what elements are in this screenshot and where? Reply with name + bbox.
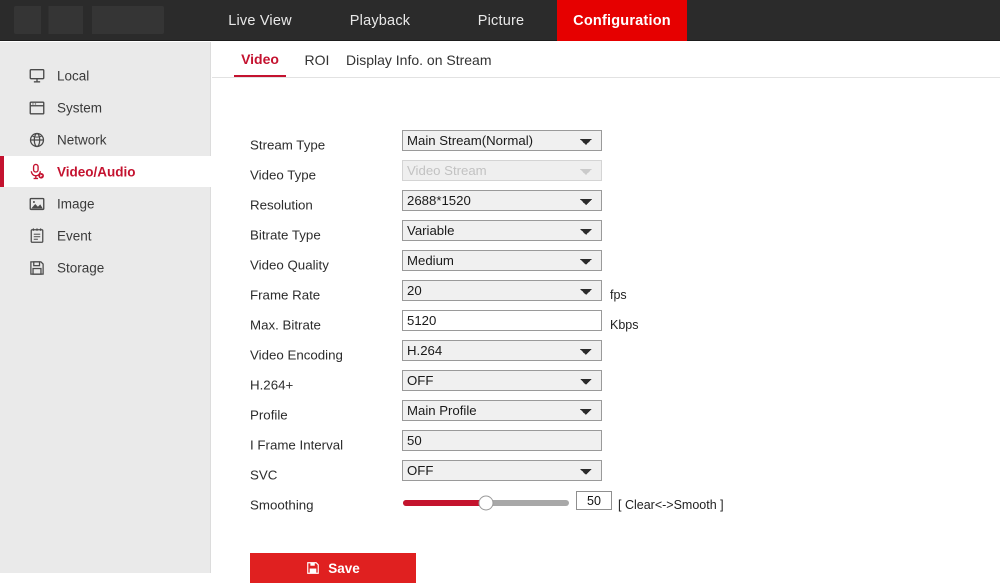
nav-tab-playback[interactable]: Playback (332, 0, 428, 41)
sidebar-item-network[interactable]: Network (0, 124, 211, 155)
sidebar-item-storage[interactable]: Storage (0, 252, 211, 283)
resolution-label: Resolution (250, 197, 313, 213)
row-resolution: Resolution 2688*1520 (212, 190, 1000, 220)
nav-tab-configuration[interactable]: Configuration (557, 0, 687, 41)
monitor-icon (28, 67, 46, 85)
video-encoding-select[interactable]: H.264 (402, 340, 602, 361)
sidebar-item-image-label: Image (57, 196, 95, 211)
profile-select[interactable]: Main Profile (402, 400, 602, 421)
picture-icon (28, 195, 46, 213)
video-encoding-label: Video Encoding (250, 347, 343, 363)
svc-select[interactable]: OFF (402, 460, 602, 481)
nav-tab-picture-label: Picture (477, 12, 525, 29)
video-quality-select[interactable]: Medium (402, 250, 602, 271)
row-profile: Profile Main Profile (212, 400, 1000, 430)
stream-type-label: Stream Type (250, 137, 326, 153)
sidebar-item-image[interactable]: Image (0, 188, 211, 219)
sidebar-item-system-label: System (57, 100, 103, 115)
sidebar-item-event[interactable]: Event (0, 220, 211, 251)
smoothing-slider-thumb[interactable] (478, 495, 494, 511)
row-video-type: Video Type Video Stream (212, 160, 1000, 190)
max-bitrate-input[interactable] (402, 310, 602, 331)
sidebar-item-video-audio[interactable]: Video/Audio (0, 156, 211, 187)
bitrate-type-label: Bitrate Type (250, 227, 321, 243)
row-h264-plus: H.264+ OFF (212, 370, 1000, 400)
row-smoothing: Smoothing [ Clear<->Smooth ] (212, 490, 1000, 520)
smoothing-hint: [ Clear<->Smooth ] (618, 498, 724, 512)
tab-video[interactable]: Video (234, 42, 286, 77)
floppy-icon (28, 259, 46, 277)
resolution-select[interactable]: 2688*1520 (402, 190, 602, 211)
svc-label: SVC (250, 467, 278, 483)
sidebar-item-storage-label: Storage (57, 260, 105, 275)
i-frame-interval-input[interactable] (402, 430, 602, 451)
sidebar-item-system[interactable]: System (0, 92, 211, 123)
globe-icon (28, 131, 46, 149)
frame-rate-unit: fps (610, 288, 627, 302)
sidebar-item-video-audio-label: Video/Audio (57, 164, 136, 179)
video-quality-label: Video Quality (250, 257, 329, 273)
video-type-label: Video Type (250, 167, 317, 183)
save-button-label: Save (328, 560, 360, 576)
sub-tab-strip: Video ROI Display Info. on Stream (212, 42, 1000, 78)
row-stream-type: Stream Type Main Stream(Normal) (212, 130, 1000, 160)
row-video-quality: Video Quality Medium (212, 250, 1000, 280)
save-button[interactable]: Save (250, 553, 416, 583)
app-header: Live View Playback Picture Configuration (0, 0, 1000, 41)
profile-label: Profile (250, 407, 288, 423)
tab-display-info-label: Display Info. on Stream (346, 51, 492, 68)
stream-type-select[interactable]: Main Stream(Normal) (402, 130, 602, 151)
sidebar-item-local[interactable]: Local (0, 60, 211, 91)
nav-tab-playback-label: Playback (349, 12, 411, 29)
max-bitrate-unit: Kbps (610, 318, 639, 332)
nav-tab-live-view[interactable]: Live View (212, 0, 308, 41)
row-video-encoding: Video Encoding H.264 (212, 340, 1000, 370)
row-frame-rate: Frame Rate 20 fps (212, 280, 1000, 310)
h264-plus-select[interactable]: OFF (402, 370, 602, 391)
main-content: Video ROI Display Info. on Stream Stream… (212, 42, 1000, 583)
nav-tab-configuration-label: Configuration (573, 12, 671, 29)
nav-tab-live-view-label: Live View (228, 12, 292, 29)
max-bitrate-label: Max. Bitrate (250, 317, 321, 333)
sidebar-item-event-label: Event (57, 228, 92, 243)
frame-rate-label: Frame Rate (250, 287, 321, 303)
smoothing-value-input[interactable] (576, 491, 612, 510)
smoothing-slider[interactable] (403, 495, 569, 511)
tab-roi[interactable]: ROI (300, 42, 334, 77)
i-frame-interval-label: I Frame Interval (250, 437, 344, 453)
row-bitrate-type: Bitrate Type Variable (212, 220, 1000, 250)
smoothing-label: Smoothing (250, 497, 314, 513)
row-max-bitrate: Max. Bitrate Kbps (212, 310, 1000, 340)
tab-roi-label: ROI (304, 51, 330, 68)
smoothing-slider-fill (403, 500, 486, 506)
h264-plus-label: H.264+ (250, 377, 294, 393)
video-type-select: Video Stream (402, 160, 602, 181)
bitrate-type-select[interactable]: Variable (402, 220, 602, 241)
brand-logo (14, 6, 164, 34)
microphone-icon (28, 163, 46, 181)
window-icon (28, 99, 46, 117)
sidebar: Local System Network Video/Audio Image E… (0, 42, 211, 573)
row-svc: SVC OFF (212, 460, 1000, 490)
row-i-frame-interval: I Frame Interval (212, 430, 1000, 460)
frame-rate-select[interactable]: 20 (402, 280, 602, 301)
tab-display-info-on-stream[interactable]: Display Info. on Stream (346, 42, 536, 77)
nav-tab-picture[interactable]: Picture (455, 0, 547, 41)
tab-video-label: Video (241, 50, 279, 67)
clipboard-icon (28, 227, 46, 245)
sidebar-item-local-label: Local (57, 68, 90, 83)
sidebar-item-network-label: Network (57, 132, 107, 147)
